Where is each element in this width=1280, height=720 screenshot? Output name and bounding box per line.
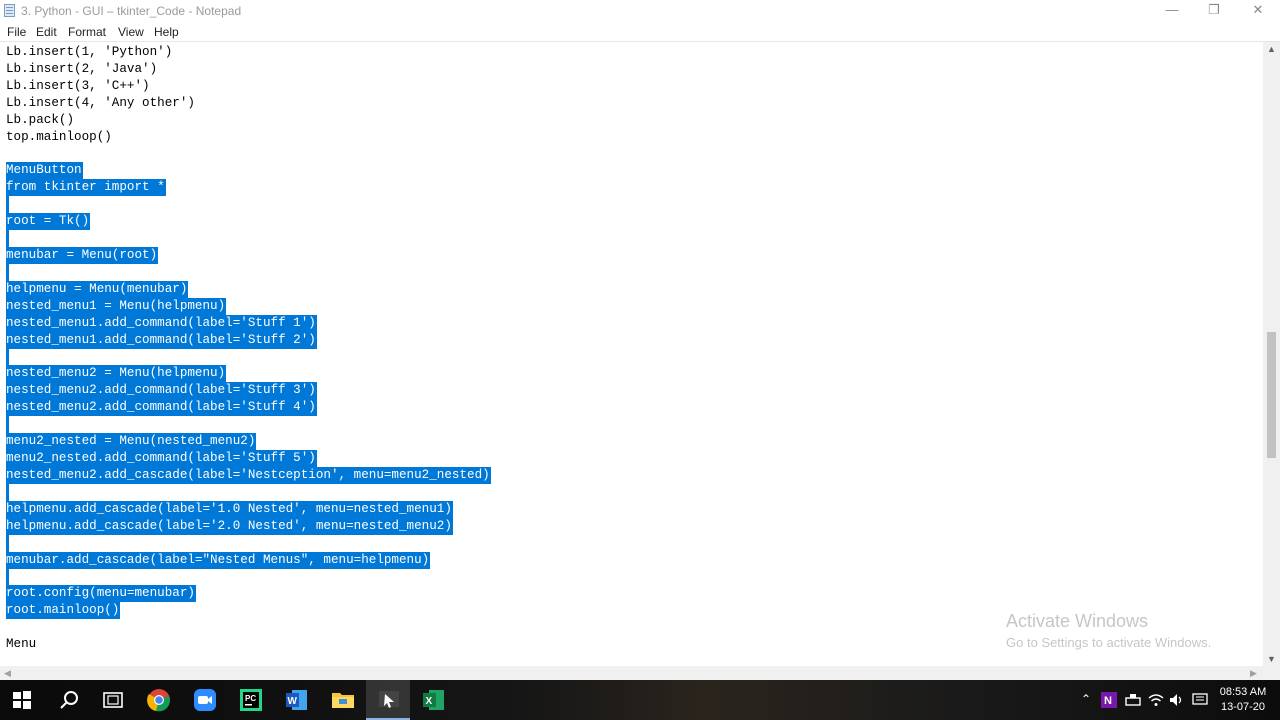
- code-line: top.mainloop(): [6, 129, 112, 144]
- code-line: [6, 483, 9, 501]
- file-explorer-icon[interactable]: [331, 688, 355, 712]
- task-view-icon[interactable]: [101, 688, 125, 712]
- code-line: root = Tk(): [6, 213, 91, 231]
- code-line: Lb.pack(): [6, 112, 75, 127]
- menu-bar: File Edit Format View Help: [0, 22, 1280, 42]
- menu-edit[interactable]: Edit: [36, 25, 57, 39]
- code-line: nested_menu1.add_command(label='Stuff 2'…: [6, 331, 317, 349]
- activation-watermark: Activate Windows Go to Settings to activ…: [1006, 611, 1211, 650]
- code-line: Lb.insert(2, 'Java'): [6, 61, 158, 76]
- network-drive-icon[interactable]: [1125, 692, 1141, 708]
- pycharm-icon[interactable]: PC: [239, 688, 263, 712]
- menu-format[interactable]: Format: [68, 25, 106, 39]
- code-line: nested_menu2.add_cascade(label='Nestcept…: [6, 467, 491, 484]
- scrollbar-corner: [1263, 666, 1280, 680]
- code-line: nested_menu2 = Menu(helpmenu): [6, 365, 227, 383]
- code-line: helpmenu = Menu(menubar): [6, 280, 189, 298]
- close-button[interactable]: ✕: [1236, 0, 1280, 22]
- code-line: menu2_nested.add_command(label='Stuff 5'…: [6, 450, 317, 468]
- search-icon[interactable]: [57, 688, 81, 712]
- onenote-icon[interactable]: N: [1101, 692, 1117, 708]
- svg-text:X: X: [426, 696, 433, 707]
- title-bar: 3. Python - GUI – tkinter_Code - Notepad…: [0, 0, 1280, 22]
- code-line: nested_menu2.add_command(label='Stuff 3'…: [6, 382, 317, 400]
- taskbar: PC W X ⌃ N 08:53 AM 13-07-20: [0, 680, 1280, 720]
- code-line: MenuButton: [6, 162, 83, 180]
- notepad-icon: [4, 4, 15, 17]
- code-line: helpmenu.add_cascade(label='2.0 Nested',…: [6, 517, 453, 535]
- code-line: [6, 534, 9, 552]
- code-line: helpmenu.add_cascade(label='1.0 Nested',…: [6, 500, 453, 518]
- code-line: menubar.add_cascade(label="Nested Menus"…: [6, 551, 431, 569]
- clock-date: 13-07-20: [1220, 701, 1266, 713]
- code-line: [6, 263, 9, 281]
- code-line: [6, 416, 9, 434]
- code-line: Lb.insert(1, 'Python'): [6, 45, 173, 59]
- screen-recorder-icon[interactable]: [377, 688, 401, 712]
- watermark-subtitle: Go to Settings to activate Windows.: [1006, 635, 1212, 650]
- code-line: nested_menu2.add_command(label='Stuff 4'…: [6, 399, 317, 417]
- menu-view[interactable]: View: [118, 25, 144, 39]
- scroll-up-icon[interactable]: ▲: [1263, 44, 1280, 54]
- svg-text:N: N: [1104, 695, 1112, 707]
- volume-icon[interactable]: [1169, 692, 1185, 708]
- minimize-button[interactable]: —: [1150, 0, 1194, 22]
- code-line: Lb.insert(4, 'Any other'): [6, 95, 195, 110]
- menu-help[interactable]: Help: [154, 25, 179, 39]
- zoom-icon[interactable]: [193, 688, 217, 712]
- code-line: [6, 230, 9, 248]
- code-line: nested_menu1 = Menu(helpmenu): [6, 297, 227, 315]
- code-line: root.config(menu=menubar): [6, 585, 196, 603]
- code-line: Lb.insert(3, 'C++'): [6, 78, 150, 93]
- code-line: menubar = Menu(root): [6, 247, 159, 265]
- chat-icon[interactable]: [1192, 692, 1208, 708]
- code-line: Menu: [6, 637, 37, 652]
- windows-start-icon[interactable]: [12, 690, 32, 710]
- chrome-icon[interactable]: [147, 688, 171, 712]
- code-line: root.mainloop(): [6, 602, 121, 620]
- vertical-scrollbar[interactable]: ▲ ▼: [1263, 42, 1280, 666]
- menu-file[interactable]: File: [7, 25, 26, 39]
- scroll-left-icon[interactable]: ◀: [4, 666, 11, 680]
- code-line: [6, 196, 9, 214]
- restore-button[interactable]: ❐: [1192, 0, 1236, 22]
- scroll-down-icon[interactable]: ▼: [1263, 654, 1280, 664]
- watermark-title: Activate Windows: [1006, 611, 1149, 631]
- code-line: [6, 348, 9, 366]
- chevron-up-icon[interactable]: ⌃: [1081, 692, 1091, 706]
- horizontal-scrollbar[interactable]: ◀ ▶: [0, 666, 1263, 680]
- clock-time: 08:53 AM: [1219, 686, 1267, 698]
- svg-text:PC: PC: [245, 694, 256, 703]
- code-line: [6, 568, 9, 586]
- scroll-right-icon[interactable]: ▶: [1250, 666, 1257, 680]
- vertical-scroll-thumb[interactable]: [1267, 332, 1276, 458]
- word-icon[interactable]: W: [285, 688, 309, 712]
- code-line: from tkinter import *: [6, 179, 166, 197]
- code-line: nested_menu1.add_command(label='Stuff 1'…: [6, 314, 317, 332]
- svg-text:W: W: [288, 696, 298, 707]
- text-editor[interactable]: Lb.insert(1, 'Python') Lb.insert(2, 'Java…: [0, 42, 1263, 666]
- taskbar-clock[interactable]: 08:53 AM 13-07-20: [1212, 685, 1274, 715]
- window-title: 3. Python - GUI – tkinter_Code - Notepad: [21, 4, 242, 18]
- code-line: menu2_nested = Menu(nested_menu2): [6, 433, 257, 451]
- wifi-icon[interactable]: [1148, 692, 1164, 708]
- excel-icon[interactable]: X: [422, 688, 446, 712]
